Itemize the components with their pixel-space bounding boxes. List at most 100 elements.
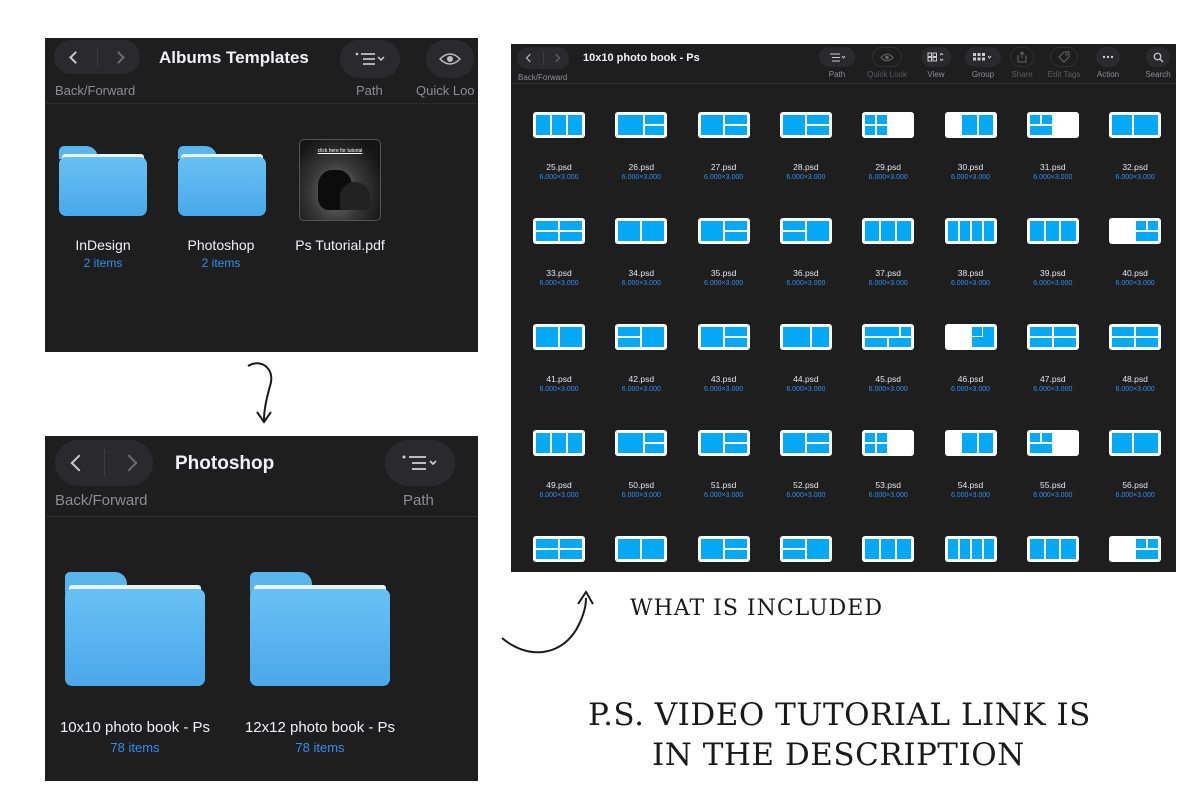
toolbar-edit-tags[interactable]: Edit Tags [1044,47,1084,79]
chevron-left-icon [68,50,82,64]
file-item[interactable]: 40.psd 6.000×3.000 [1097,216,1173,306]
path-button[interactable] [340,40,400,78]
toolbar-label: Quick Look [866,70,908,79]
file-item[interactable]: 46.psd 6.000×3.000 [933,322,1009,412]
file-item[interactable] [1015,534,1091,572]
file-dimensions: 6.000×3.000 [950,174,991,181]
toolbar-action[interactable]: Action [1094,47,1122,79]
toolbar-share[interactable]: Share [1008,47,1036,79]
file-item[interactable]: 37.psd 6.000×3.000 [850,216,926,306]
file-item[interactable]: 54.psd 6.000×3.000 [933,428,1009,518]
file-item[interactable]: 48.psd 6.000×3.000 [1097,322,1173,412]
file-item[interactable]: 44.psd 6.000×3.000 [768,322,844,412]
finder-window-10x10-photo-book: Back/Forward 10x10 photo book - Ps Path … [511,44,1176,572]
file-item[interactable] [686,534,762,572]
file-item[interactable]: 51.psd 6.000×3.000 [686,428,762,518]
file-item[interactable]: 42.psd 6.000×3.000 [603,322,679,412]
file-dimensions: 6.000×3.000 [539,492,579,499]
folder-indesign[interactable] [59,146,147,216]
item-count: 78 items [295,740,345,755]
pdf-thumbnail[interactable]: click here for tutorial [299,139,381,221]
file-item[interactable]: 28.psd 6.000×3.000 [768,110,844,200]
file-item[interactable] [521,534,597,572]
toolbar-quick-look[interactable]: Quick Look [867,47,907,79]
folder-photoshop[interactable] [178,146,266,216]
file-item[interactable]: 25.psd 6.000×3.000 [521,110,597,200]
file-item[interactable]: 52.psd 6.000×3.000 [768,428,844,518]
psd-thumbnail [615,218,668,244]
path-button[interactable] [385,440,455,486]
file-item[interactable]: 45.psd 6.000×3.000 [850,322,926,412]
quick-look-button[interactable] [426,40,474,78]
file-item[interactable]: 35.psd 6.000×3.000 [686,216,762,306]
finder-window-albums-templates: Back/Forward Albums Templates Path Quick… [45,38,478,352]
file-item[interactable]: 32.psd 6.000×3.000 [1097,110,1173,200]
toolbar-view[interactable]: View [920,47,952,79]
toolbar-search[interactable]: Search [1143,47,1173,79]
file-dimensions: 6.000×3.000 [621,492,661,499]
file-dimensions: 6.000×3.000 [621,280,661,287]
file-item[interactable]: 49.psd 6.000×3.000 [521,428,597,518]
file-item[interactable]: 50.psd 6.000×3.000 [603,428,679,518]
back-button[interactable] [517,47,543,69]
file-item[interactable]: 39.psd 6.000×3.000 [1015,216,1091,306]
file-item[interactable]: 29.psd 6.000×3.000 [850,110,926,200]
file-item[interactable]: 34.psd 6.000×3.000 [603,216,679,306]
file-item[interactable] [1097,534,1173,572]
file-name: 48.psd [1122,374,1148,384]
file-item[interactable]: 56.psd 6.000×3.000 [1097,428,1173,518]
back-forward-control[interactable] [54,40,140,74]
file-item[interactable]: 27.psd 6.000×3.000 [686,110,762,200]
file-item[interactable]: 55.psd 6.000×3.000 [1015,428,1091,518]
psd-thumbnail [697,112,750,138]
folder-10x10-photo-book[interactable] [65,572,205,686]
back-forward-control[interactable] [55,440,153,486]
back-forward-label: Back/Forward [55,492,148,509]
file-item[interactable]: 33.psd 6.000×3.000 [521,216,597,306]
tag-icon [1058,51,1070,63]
file-item[interactable]: 38.psd 6.000×3.000 [933,216,1009,306]
file-item[interactable]: 31.psd 6.000×3.000 [1015,110,1091,200]
item-name: 10x10 photo book - Ps [59,719,211,736]
file-dimensions: 6.000×3.000 [1033,280,1073,287]
window-title: Photoshop [175,453,275,474]
psd-thumbnail [533,112,585,138]
file-item[interactable]: 43.psd 6.000×3.000 [686,322,762,412]
file-dimensions: 6.000×3.000 [621,174,661,181]
file-item[interactable] [933,534,1009,572]
file-item[interactable]: 53.psd 6.000×3.000 [850,428,926,518]
folder-icon [65,589,205,686]
file-item[interactable]: 47.psd 6.000×3.000 [1015,322,1091,412]
file-item[interactable]: 26.psd 6.000×3.000 [603,110,679,200]
psd-thumbnail [862,430,915,456]
forward-button[interactable] [544,47,570,69]
file-item[interactable] [850,534,926,572]
file-item[interactable] [768,534,844,572]
forward-button[interactable] [98,40,141,74]
back-button[interactable] [55,440,104,486]
psd-thumbnail [1109,324,1162,350]
caption-tutorial-line-1: P.S. VIDEO TUTORIAL LINK IS [588,697,1091,733]
file-dimensions: 6.000×3.000 [621,386,661,393]
forward-button[interactable] [105,440,154,486]
file-dimensions: 6.000×3.000 [950,386,991,393]
file-name: 40.psd [1122,268,1148,278]
file-item[interactable]: 36.psd 6.000×3.000 [768,216,844,306]
path-label: Path [403,492,434,509]
file-name: 51.psd [710,480,737,490]
toolbar-group[interactable]: Group [964,47,1002,79]
file-dimensions: 6.000×3.000 [704,174,744,181]
file-item[interactable]: 30.psd 6.000×3.000 [933,110,1009,200]
psd-thumbnail [1109,430,1162,456]
file-item[interactable]: 41.psd 6.000×3.000 [521,322,597,412]
back-button[interactable] [54,40,97,74]
toolbar-path[interactable]: Path [818,47,856,79]
item-name: Photoshop [187,237,255,253]
file-name: 52.psd [793,480,819,490]
file-name: 41.psd [546,374,572,384]
folder-12x12-photo-book[interactable] [250,572,390,686]
pdf-preview-text: click here for tutorial [317,148,363,154]
back-forward-control[interactable] [517,47,569,69]
file-dimensions: 6.000×3.000 [868,280,908,287]
file-item[interactable] [603,534,679,572]
